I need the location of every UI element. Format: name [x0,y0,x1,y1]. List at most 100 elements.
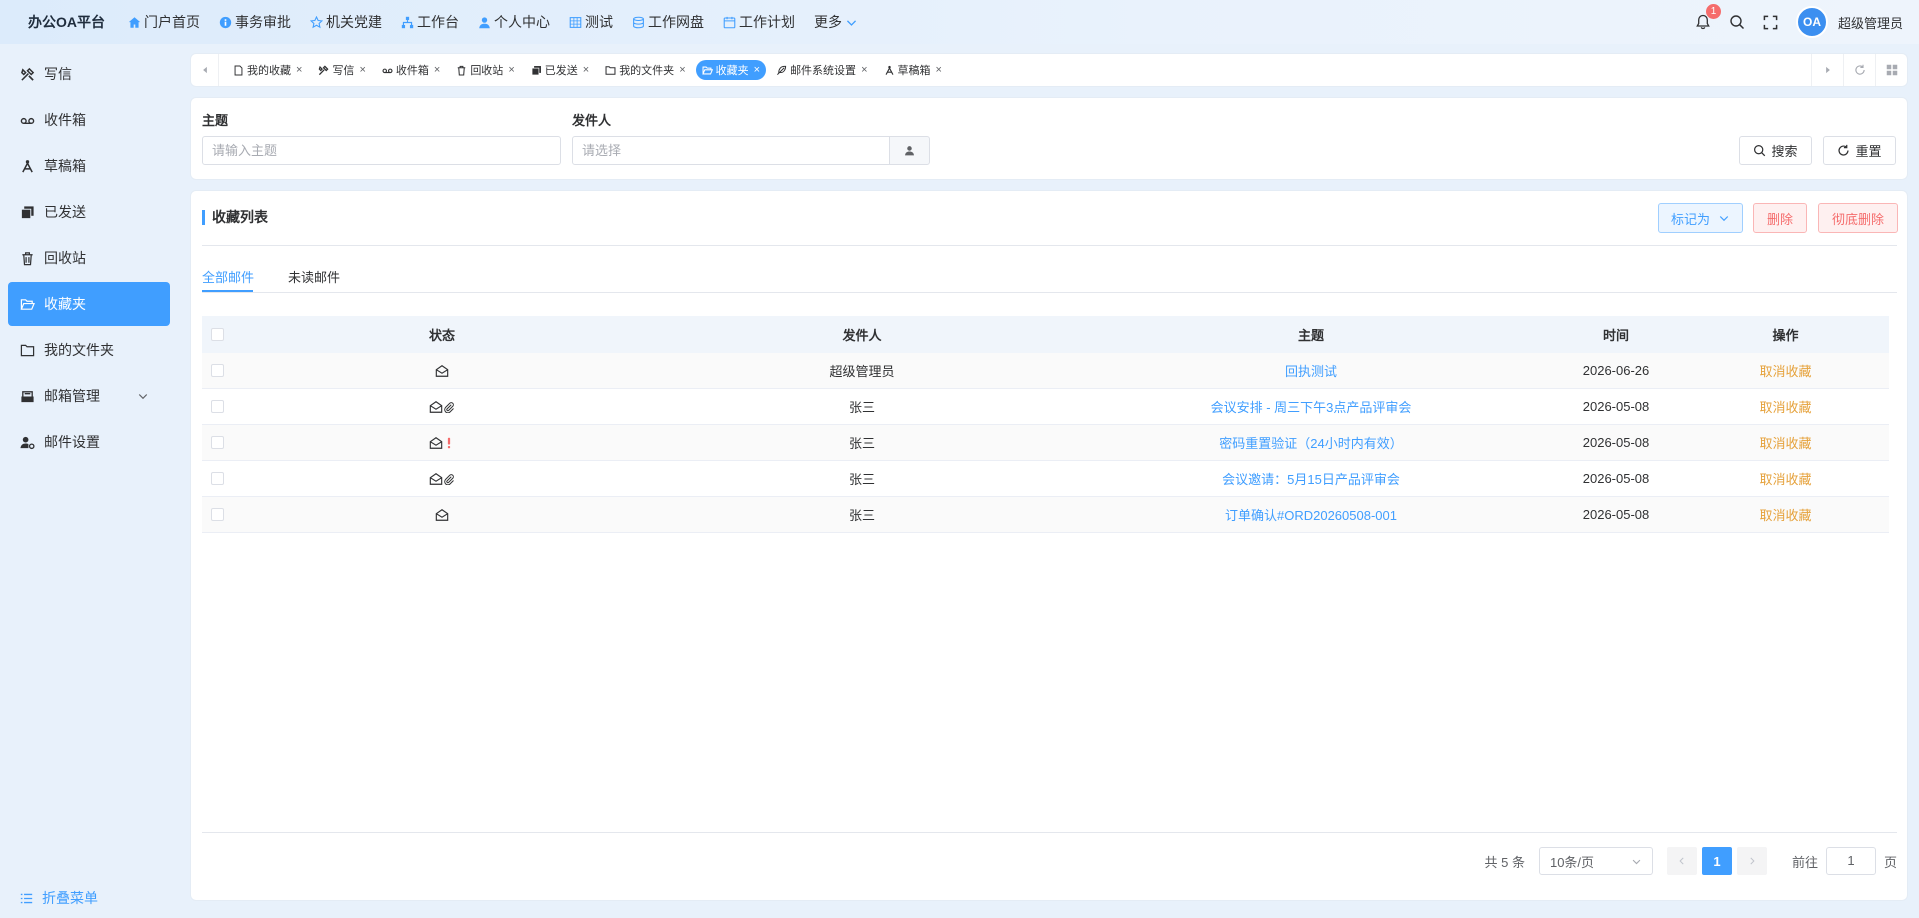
tab-inbox[interactable]: 收件箱 × [376,60,446,80]
close-icon[interactable]: × [296,64,302,76]
nav-item-approval[interactable]: 事务审批 [219,12,291,32]
tab-my-favorites[interactable]: 我的收藏 × [227,60,308,80]
sender-select-button[interactable] [889,136,930,165]
divider [202,292,1897,293]
subject-link[interactable]: 回执测试 [1285,364,1337,379]
fullscreen-icon [1764,15,1778,29]
folder-icon [605,65,616,75]
notification-button[interactable]: 1 [1694,4,1721,31]
favorites-panel: 收藏列表 标记为 删除 彻底删除 全部邮件 未读邮件 状态 发件人 主题 时间 … [190,190,1908,901]
nav-item-plan[interactable]: 工作计划 [723,12,795,32]
fullscreen-button[interactable] [1762,13,1780,31]
table-row[interactable]: 张三 会议安排 - 周三下午3点产品评审会 2026-05-08 取消收藏 [202,389,1889,425]
tab-all-mail[interactable]: 全部邮件 [202,267,254,286]
table-row[interactable]: 张三 会议邀请：5月15日产品评审会 2026-05-08 取消收藏 [202,461,1889,497]
close-icon[interactable]: × [583,64,589,76]
close-icon[interactable]: × [434,64,440,76]
close-icon[interactable]: × [508,64,514,76]
sidebar-item-sent[interactable]: 已发送 [8,190,170,234]
table-row[interactable]: 超级管理员 回执测试 2026-06-26 取消收藏 [202,353,1889,389]
select-all-checkbox[interactable] [210,328,224,341]
close-icon[interactable]: × [754,64,760,76]
unfavorite-link[interactable]: 取消收藏 [1759,436,1811,451]
tab-favorites[interactable]: 收藏夹 × [695,60,767,80]
tab-sent[interactable]: 已发送 × [525,60,595,80]
avatar[interactable]: OA [1795,6,1828,38]
tabs-menu-button[interactable] [1875,54,1907,86]
user-icon [479,16,490,28]
sidebar-item-my-folders[interactable]: 我的文件夹 [8,328,170,372]
tabs-scroll-right[interactable] [1811,54,1843,86]
tools-icon [319,64,329,75]
tab-my-folders[interactable]: 我的文件夹 × [599,60,691,80]
unfavorite-link[interactable]: 取消收藏 [1759,400,1811,415]
row-checkbox[interactable] [210,364,224,377]
row-checkbox[interactable] [210,400,224,413]
goto-page-input[interactable]: 1 [1825,847,1876,875]
envelope-open-icon [429,472,443,485]
nav-item-test[interactable]: 测试 [569,12,613,32]
subject-link[interactable]: 会议安排 - 周三下午3点产品评审会 [1211,400,1412,415]
tab-unread-mail[interactable]: 未读邮件 [288,267,340,286]
delete-button[interactable]: 删除 [1753,203,1807,233]
paperclip-icon [444,473,454,485]
page-size-select[interactable]: 10条/页 [1538,847,1653,875]
page-number-current[interactable]: 1 [1701,847,1732,875]
sidebar-item-mailbox-admin[interactable]: 邮箱管理 [8,374,170,418]
feather-icon [777,65,787,75]
next-page-button[interactable] [1736,847,1767,875]
col-sender: 发件人 [842,328,882,343]
tab-trash[interactable]: 回收站 × [450,60,520,80]
tab-mail-system-settings[interactable]: 邮件系统设置 × [770,60,873,80]
mark-as-dropdown[interactable]: 标记为 [1658,203,1743,233]
tab-drafts[interactable]: 草稿箱 × [878,60,948,80]
subject-link[interactable]: 订单确认#ORD20260508-001 [1225,508,1397,523]
compass-icon [22,159,33,172]
delete-permanently-button[interactable]: 彻底删除 [1818,203,1898,233]
sidebar-item-favorites[interactable]: 收藏夹 [8,282,170,326]
table-body: 超级管理员 回执测试 2026-06-26 取消收藏 张三 会议安排 - 周三下… [202,353,1889,533]
sidebar-item-mail-settings[interactable]: 邮件设置 [8,420,170,464]
nav-item-portal[interactable]: 门户首页 [128,12,200,32]
table-header: 状态 发件人 主题 时间 操作 [202,316,1889,353]
nav-item-workbench[interactable]: 工作台 [401,12,459,32]
row-checkbox[interactable] [210,436,224,449]
sidebar-item-trash[interactable]: 回收站 [8,236,170,280]
tab-compose[interactable]: 写信 × [312,60,371,80]
row-checkbox[interactable] [210,508,224,521]
unfavorite-link[interactable]: 取消收藏 [1759,364,1811,379]
collapse-menu-button[interactable]: 折叠菜单 [20,888,98,908]
voicemail-icon [382,68,393,73]
close-icon[interactable]: × [936,64,942,76]
subject-input[interactable]: 请输入主题 [202,136,561,165]
nav-item-more[interactable]: 更多 [814,12,858,32]
table-row[interactable]: 张三 密码重置验证（24小时内有效） 2026-05-08 取消收藏 [202,425,1889,461]
reset-button[interactable]: 重置 [1823,136,1896,165]
sidebar-item-compose[interactable]: 写信 [8,52,170,96]
nav-item-drive[interactable]: 工作网盘 [632,12,704,32]
refresh-tab-button[interactable] [1843,54,1875,86]
sidebar-item-inbox[interactable]: 收件箱 [8,98,170,142]
subject-link[interactable]: 会议邀请：5月15日产品评审会 [1222,472,1400,487]
col-action: 操作 [1772,328,1799,343]
header-actions: 1 OA 超级管理员 [1694,0,1919,44]
table-row[interactable]: 张三 订单确认#ORD20260508-001 2026-05-08 取消收藏 [202,497,1889,533]
unfavorite-link[interactable]: 取消收藏 [1759,472,1811,487]
sidebar-item-drafts[interactable]: 草稿箱 [8,144,170,188]
page-suffix: 页 [1883,854,1897,870]
sender-input[interactable]: 请选择 [572,136,890,165]
search-button[interactable]: 搜索 [1739,136,1812,165]
close-icon[interactable]: × [359,64,365,76]
nav-item-personal[interactable]: 个人中心 [478,12,550,32]
caret-left-icon [202,66,207,74]
search-button[interactable] [1728,13,1746,31]
row-checkbox[interactable] [210,472,224,485]
prev-page-button[interactable] [1666,847,1697,875]
nav-item-party[interactable]: 机关党建 [310,12,382,32]
close-icon[interactable]: × [861,64,867,76]
username[interactable]: 超级管理员 [1838,13,1903,32]
subject-link[interactable]: 密码重置验证（24小时内有效） [1219,436,1402,451]
tabs-scroll-left[interactable] [191,54,219,86]
unfavorite-link[interactable]: 取消收藏 [1759,508,1811,523]
close-icon[interactable]: × [679,64,685,76]
